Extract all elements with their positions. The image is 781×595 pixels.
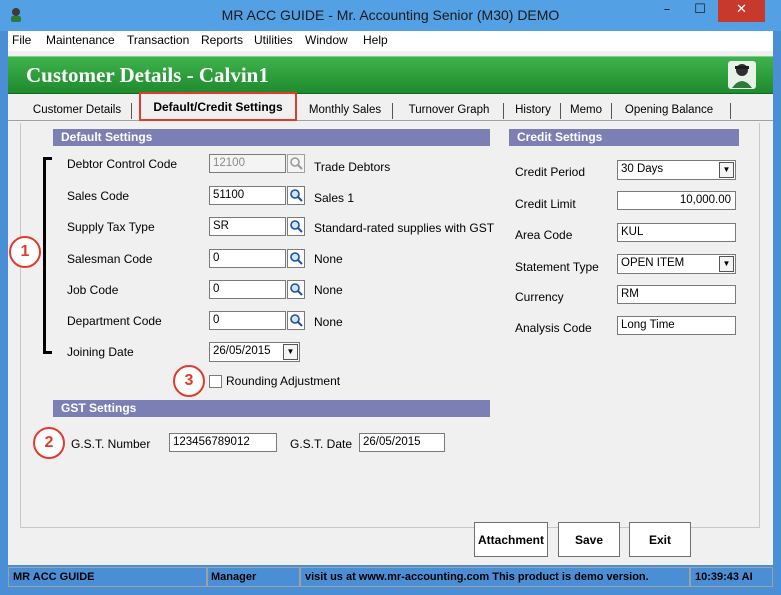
tab-monthly-sales[interactable]: Monthly Sales xyxy=(304,101,386,121)
exit-button[interactable]: Exit xyxy=(629,522,691,557)
credit-settings-heading: Credit Settings xyxy=(509,129,739,146)
debtor-control-code-desc: Trade Debtors xyxy=(314,160,391,174)
tab-customer-details[interactable]: Customer Details xyxy=(28,101,126,121)
save-button[interactable]: Save xyxy=(558,522,620,557)
gst-date-label: G.S.T. Date xyxy=(290,437,353,451)
tab-strip: Customer Details Monthly Sales Turnover … xyxy=(8,97,773,121)
menu-help[interactable]: Help xyxy=(363,33,388,47)
customer-icon xyxy=(728,61,756,89)
tab-separator xyxy=(560,103,561,119)
header-banner: Customer Details - Calvin1 xyxy=(8,56,773,94)
minimize-button[interactable]: – xyxy=(652,0,682,22)
tab-separator xyxy=(611,103,612,119)
statement-type-label: Statement Type xyxy=(515,260,599,274)
tab-history[interactable]: History xyxy=(511,101,555,121)
search-icon[interactable] xyxy=(287,186,305,205)
sales-code-field[interactable]: 51100 xyxy=(209,186,286,205)
menu-file[interactable]: File xyxy=(12,33,31,47)
credit-limit-label: Credit Limit xyxy=(515,197,576,211)
search-icon[interactable] xyxy=(287,311,305,330)
annotation-badge-1: 1 xyxy=(9,236,41,268)
close-button[interactable]: ✕ xyxy=(718,0,765,22)
annotation-badge-2: 2 xyxy=(33,427,65,459)
salesman-code-label: Salesman Code xyxy=(67,252,153,266)
gst-settings-heading: GST Settings xyxy=(53,400,490,417)
search-icon[interactable] xyxy=(287,217,305,236)
chevron-down-icon[interactable]: ▼ xyxy=(719,162,734,178)
area-code-field[interactable]: KUL xyxy=(617,223,736,242)
joining-date-value: 26/05/2015 xyxy=(213,345,271,357)
title-bar[interactable]: MR ACC GUIDE - Mr. Accounting Senior (M3… xyxy=(0,0,781,31)
chevron-down-icon[interactable]: ▼ xyxy=(719,256,734,272)
joining-date-picker[interactable]: 26/05/2015 ▼ xyxy=(209,342,300,362)
debtor-control-code-label: Debtor Control Code xyxy=(67,157,178,171)
search-icon[interactable] xyxy=(287,280,305,299)
gst-date-field[interactable]: 26/05/2015 xyxy=(359,433,445,452)
annotation-badge-3: 3 xyxy=(173,365,205,397)
area-code-label: Area Code xyxy=(515,228,573,242)
status-time: 10:39:43 AI xyxy=(690,567,773,587)
department-code-field[interactable]: 0 xyxy=(209,311,286,330)
analysis-code-label: Analysis Code xyxy=(515,321,592,335)
annotation-bracket-bottom xyxy=(43,351,52,354)
salesman-code-desc: None xyxy=(314,252,343,266)
debtor-control-code-field[interactable]: 12100 xyxy=(209,154,286,173)
tab-default-credit-settings[interactable]: Default/Credit Settings xyxy=(139,92,297,121)
status-user: Manager xyxy=(206,567,300,587)
status-app-name: MR ACC GUIDE xyxy=(8,567,208,587)
job-code-label: Job Code xyxy=(67,283,119,297)
tab-turnover-graph[interactable]: Turnover Graph xyxy=(403,101,495,121)
joining-date-label: Joining Date xyxy=(67,345,134,359)
job-code-desc: None xyxy=(314,283,343,297)
credit-period-label: Credit Period xyxy=(515,165,586,179)
menu-window[interactable]: Window xyxy=(305,33,348,47)
annotation-bracket-top xyxy=(43,157,52,160)
menu-utilities[interactable]: Utilities xyxy=(254,33,293,47)
department-code-label: Department Code xyxy=(67,314,162,328)
gst-number-label: G.S.T. Number xyxy=(71,437,151,451)
credit-limit-field[interactable]: 10,000.00 xyxy=(617,191,736,210)
default-settings-heading: Default Settings xyxy=(53,129,490,146)
search-icon[interactable] xyxy=(287,154,305,173)
menu-maintenance[interactable]: Maintenance xyxy=(46,33,115,47)
tab-separator xyxy=(392,103,393,119)
tab-opening-balance[interactable]: Opening Balance xyxy=(617,101,721,121)
supply-tax-type-label: Supply Tax Type xyxy=(67,220,155,234)
page-title: Customer Details - Calvin1 xyxy=(26,63,269,87)
credit-period-value: 30 Days xyxy=(621,163,664,175)
tab-separator xyxy=(730,103,731,119)
gst-number-field[interactable]: 123456789012 xyxy=(169,433,277,452)
status-message: visit us at www.mr-accounting.com This p… xyxy=(300,567,690,587)
analysis-code-field[interactable]: Long Time xyxy=(617,316,736,335)
rounding-adjustment-checkbox[interactable] xyxy=(209,375,222,388)
currency-label: Currency xyxy=(515,290,564,304)
tab-separator xyxy=(131,103,132,119)
tab-memo[interactable]: Memo xyxy=(566,101,606,121)
tab-separator xyxy=(503,103,504,119)
statement-type-select[interactable]: OPEN ITEM ▼ xyxy=(617,254,736,274)
search-icon[interactable] xyxy=(287,249,305,268)
maximize-button[interactable]: ☐ xyxy=(685,0,715,22)
currency-field[interactable]: RM xyxy=(617,285,736,304)
department-code-desc: None xyxy=(314,315,343,329)
supply-tax-type-desc: Standard-rated supplies with GST xyxy=(314,221,495,235)
rounding-adjustment-label: Rounding Adjustment xyxy=(226,374,341,388)
menu-reports[interactable]: Reports xyxy=(201,33,243,47)
sales-code-desc: Sales 1 xyxy=(314,191,355,205)
credit-period-select[interactable]: 30 Days ▼ xyxy=(617,160,736,180)
supply-tax-type-field[interactable]: SR xyxy=(209,217,286,236)
annotation-bracket xyxy=(43,157,46,354)
menu-transaction[interactable]: Transaction xyxy=(127,33,189,47)
sales-code-label: Sales Code xyxy=(67,189,130,203)
chevron-down-icon[interactable]: ▼ xyxy=(283,344,298,360)
attachment-button[interactable]: Attachment xyxy=(474,522,548,557)
menu-bar: File Maintenance Transaction Reports Uti… xyxy=(8,31,773,51)
job-code-field[interactable]: 0 xyxy=(209,280,286,299)
salesman-code-field[interactable]: 0 xyxy=(209,249,286,268)
statement-type-value: OPEN ITEM xyxy=(621,257,685,269)
